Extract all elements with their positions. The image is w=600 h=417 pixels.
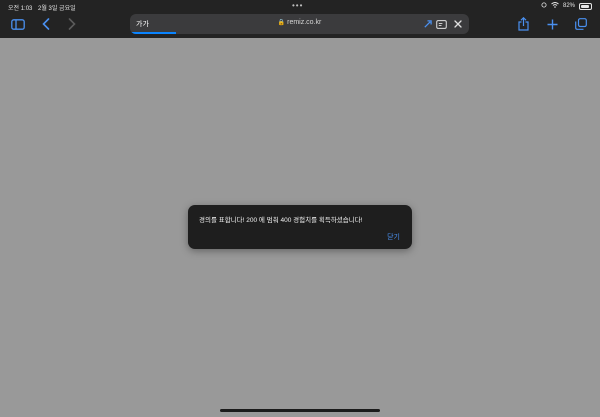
reader-icon[interactable] — [434, 17, 448, 31]
load-progress-bar — [130, 32, 176, 34]
lock-icon: 🔒 — [277, 20, 286, 26]
status-date: 2월 3일 금요일 — [38, 6, 76, 12]
battery-icon — [579, 2, 592, 10]
share-icon[interactable] — [514, 15, 532, 33]
sidebar-icon[interactable] — [9, 15, 27, 33]
alert-close-button[interactable]: 닫기 — [387, 232, 400, 242]
battery-percent: 82% — [562, 3, 575, 9]
alert-dialog: 경의를 표합니다! 200 에 멈춰 400 경험치를 획득하셨습니다! 닫기 — [188, 205, 412, 249]
url-host: 🔒 remiz.co.kr — [277, 19, 322, 26]
status-indicators: 82% — [541, 2, 592, 10]
new-tab-icon[interactable] — [543, 15, 561, 33]
home-indicator[interactable] — [220, 409, 380, 412]
puzzle-icon[interactable] — [420, 17, 434, 31]
multitasking-dots[interactable]: ••• — [292, 1, 303, 10]
alert-message: 경의를 표합니다! 200 에 멈춰 400 경험치를 획득하셨습니다! — [199, 217, 363, 224]
status-time: 오전 1:03 — [8, 6, 33, 12]
forward-icon[interactable] — [63, 15, 81, 33]
status-bar: 오전 1:03 2월 3일 금요일 ••• 82% — [0, 0, 600, 12]
location-icon — [541, 2, 547, 10]
back-icon[interactable] — [37, 15, 55, 33]
browser-toolbar: 가가 🔒 remiz.co.kr — [0, 12, 600, 38]
wifi-icon — [551, 2, 559, 10]
address-bar[interactable]: 가가 🔒 remiz.co.kr — [130, 14, 469, 34]
tabs-icon[interactable] — [572, 15, 590, 33]
close-icon[interactable] — [451, 17, 465, 31]
